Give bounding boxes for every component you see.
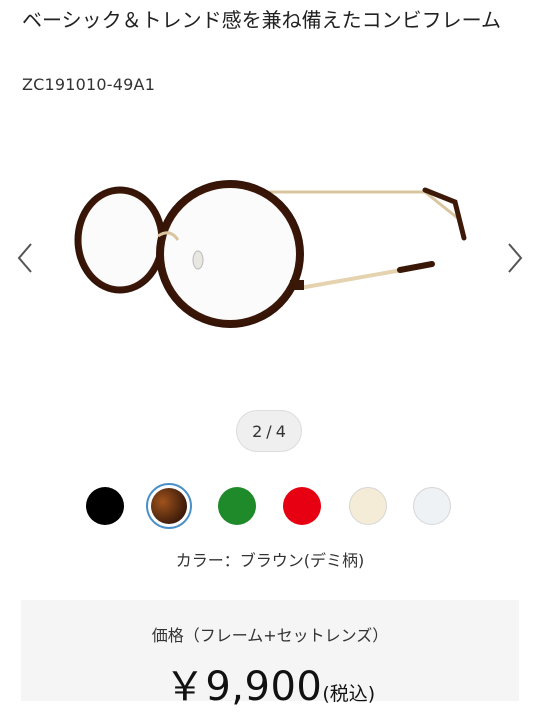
selected-color-label: カラー：ブラウン(デミ柄) bbox=[175, 551, 365, 570]
color-swatch-red[interactable] bbox=[283, 487, 321, 525]
image-pager: 2 / 4 bbox=[236, 410, 302, 452]
price-panel: 価格（フレーム+セットレンズ） ￥9,900(税込) bbox=[21, 600, 519, 710]
price-value: ￥9,900(税込) bbox=[21, 654, 519, 712]
chevron-right-icon bbox=[508, 243, 523, 273]
product-title: ベーシック＆トレンド感を兼ね備えたコンビフレーム bbox=[22, 8, 501, 32]
chevron-left-icon bbox=[17, 243, 32, 273]
carousel-prev-button[interactable] bbox=[10, 238, 40, 278]
price-tax-note: (税込) bbox=[322, 683, 376, 705]
carousel-next-button[interactable] bbox=[500, 238, 530, 278]
color-swatch-brown-demi[interactable] bbox=[146, 483, 192, 529]
image-carousel bbox=[0, 130, 540, 390]
pager-total: 4 bbox=[275, 421, 286, 441]
color-swatch-green[interactable] bbox=[218, 487, 256, 525]
eyeglasses-image bbox=[74, 180, 467, 328]
color-swatch-clear[interactable] bbox=[413, 487, 451, 525]
color-swatch-list bbox=[0, 482, 540, 530]
pager-separator: / bbox=[266, 421, 272, 441]
price-amount: ￥9,900 bbox=[164, 664, 323, 710]
color-swatch-ivory[interactable] bbox=[349, 487, 387, 525]
price-label: 価格（フレーム+セットレンズ） bbox=[151, 626, 389, 645]
pager-current: 2 bbox=[252, 421, 263, 441]
product-sku: ZC191010-49A1 bbox=[22, 75, 156, 94]
color-swatch-black[interactable] bbox=[86, 487, 124, 525]
